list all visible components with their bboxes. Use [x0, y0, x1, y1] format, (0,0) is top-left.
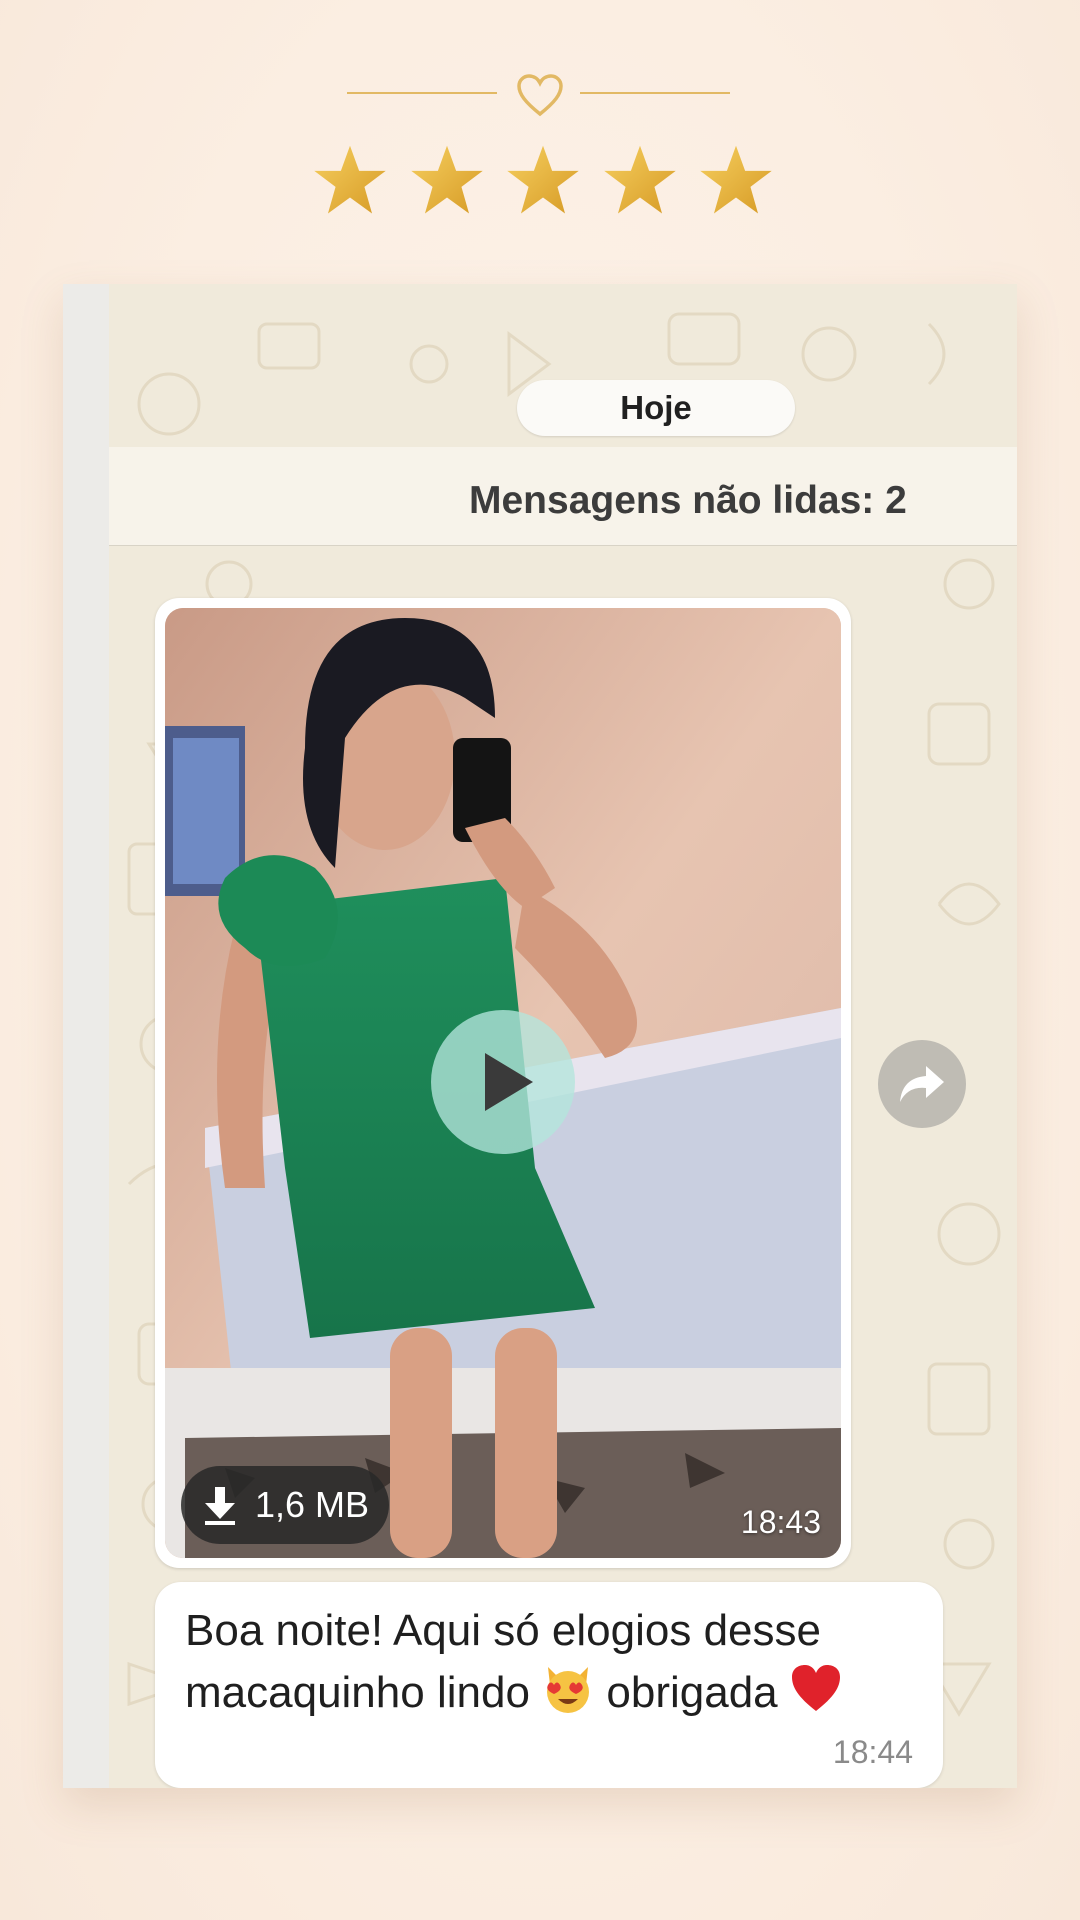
video-file-size: 1,6 MB [255, 1484, 370, 1525]
message-line-2a: macaquinho lindo [185, 1668, 530, 1717]
red-heart-emoji [791, 1665, 840, 1711]
text-message-time: 18:44 [832, 1734, 913, 1770]
ornament-line-left [347, 92, 497, 94]
video-message-bubble[interactable]: 1,6 MB 18:43 [155, 598, 851, 1568]
star-icon [700, 145, 772, 214]
heart-outline-icon [517, 74, 563, 117]
play-button[interactable] [431, 1010, 575, 1154]
unread-messages-banner: Mensagens não lidas: 2 [109, 447, 1017, 546]
video-thumbnail[interactable]: 1,6 MB 18:43 [165, 608, 841, 1558]
unread-messages-label: Mensagens não lidas: 2 [469, 479, 907, 522]
smiling-cat-heart-eyes-emoji [547, 1667, 590, 1713]
download-button[interactable]: 1,6 MB [181, 1466, 389, 1544]
date-divider-pill: Hoje [517, 380, 795, 436]
header-ornament [0, 68, 1080, 118]
forward-button[interactable] [878, 1040, 966, 1128]
play-icon [485, 1053, 533, 1111]
video-message-time: 18:43 [740, 1504, 821, 1540]
star-icon [507, 145, 579, 214]
message-line-2b: obrigada [606, 1668, 778, 1717]
forward-share-icon [900, 1066, 944, 1102]
message-text: Boa noite! Aqui só elogios desse macaqui… [185, 1600, 925, 1724]
star-icon [603, 145, 676, 214]
message-line-1: Boa noite! Aqui só elogios desse [185, 1606, 822, 1655]
rating-stars [312, 142, 774, 228]
text-message-bubble[interactable]: Boa noite! Aqui só elogios desse macaqui… [155, 1582, 943, 1788]
ornament-line-right [580, 92, 730, 94]
screen-edge [63, 284, 109, 1788]
star-icon [314, 145, 386, 214]
star-icon [410, 145, 483, 214]
chat-screenshot-card: Hoje Mensagens não lidas: 2 1,6 MB 18:43… [63, 284, 1017, 1788]
download-arrow-icon [205, 1487, 235, 1525]
